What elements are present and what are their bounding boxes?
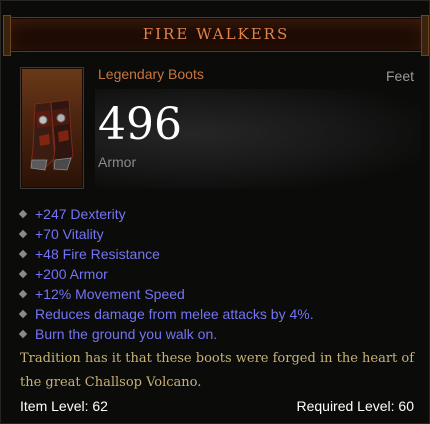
flavor-text: Tradition has it that these boots were f… <box>20 351 415 390</box>
affix-item: +70 Vitality <box>18 224 314 244</box>
affix-text: +247 Dexterity <box>35 206 126 222</box>
affix-item: +48 Fire Resistance <box>18 244 314 264</box>
affix-text: +48 Fire Resistance <box>35 246 160 262</box>
item-icon-frame[interactable] <box>20 67 84 189</box>
item-tooltip: FIRE WALKERS Legendary Boots Feet 496 Ar… <box>0 0 430 424</box>
affix-list: +247 Dexterity +70 Vitality +48 Fire Res… <box>18 204 314 344</box>
affix-item: Reduces damage from melee attacks by 4%. <box>18 304 314 324</box>
affix-item: +247 Dexterity <box>18 204 314 224</box>
bullet-icon <box>18 209 28 219</box>
armor-value: 496 <box>98 99 182 150</box>
title-bar: FIRE WALKERS <box>3 15 429 56</box>
affix-text: +70 Vitality <box>35 226 104 242</box>
affix-text: Reduces damage from melee attacks by 4%. <box>35 306 314 322</box>
affix-item: +12% Movement Speed <box>18 284 314 304</box>
armor-label: Armor <box>98 154 137 170</box>
boots-icon <box>30 99 74 171</box>
affix-text: +12% Movement Speed <box>35 286 185 302</box>
bullet-icon <box>18 309 28 319</box>
bullet-icon <box>18 269 28 279</box>
affix-text: +200 Armor <box>35 266 108 282</box>
item-type: Legendary Boots <box>98 66 204 82</box>
item-name: FIRE WALKERS <box>142 25 290 43</box>
bullet-icon <box>18 289 28 299</box>
required-level: Required Level: 60 <box>296 398 414 414</box>
item-slot: Feet <box>385 68 414 84</box>
affix-text: Burn the ground you walk on. <box>35 326 218 342</box>
bullet-icon <box>18 229 28 239</box>
item-level: Item Level: 62 <box>20 398 108 414</box>
bullet-icon <box>18 329 28 339</box>
bullet-icon <box>18 249 28 259</box>
affix-item: Burn the ground you walk on. <box>18 324 314 344</box>
affix-item: +200 Armor <box>18 264 314 284</box>
